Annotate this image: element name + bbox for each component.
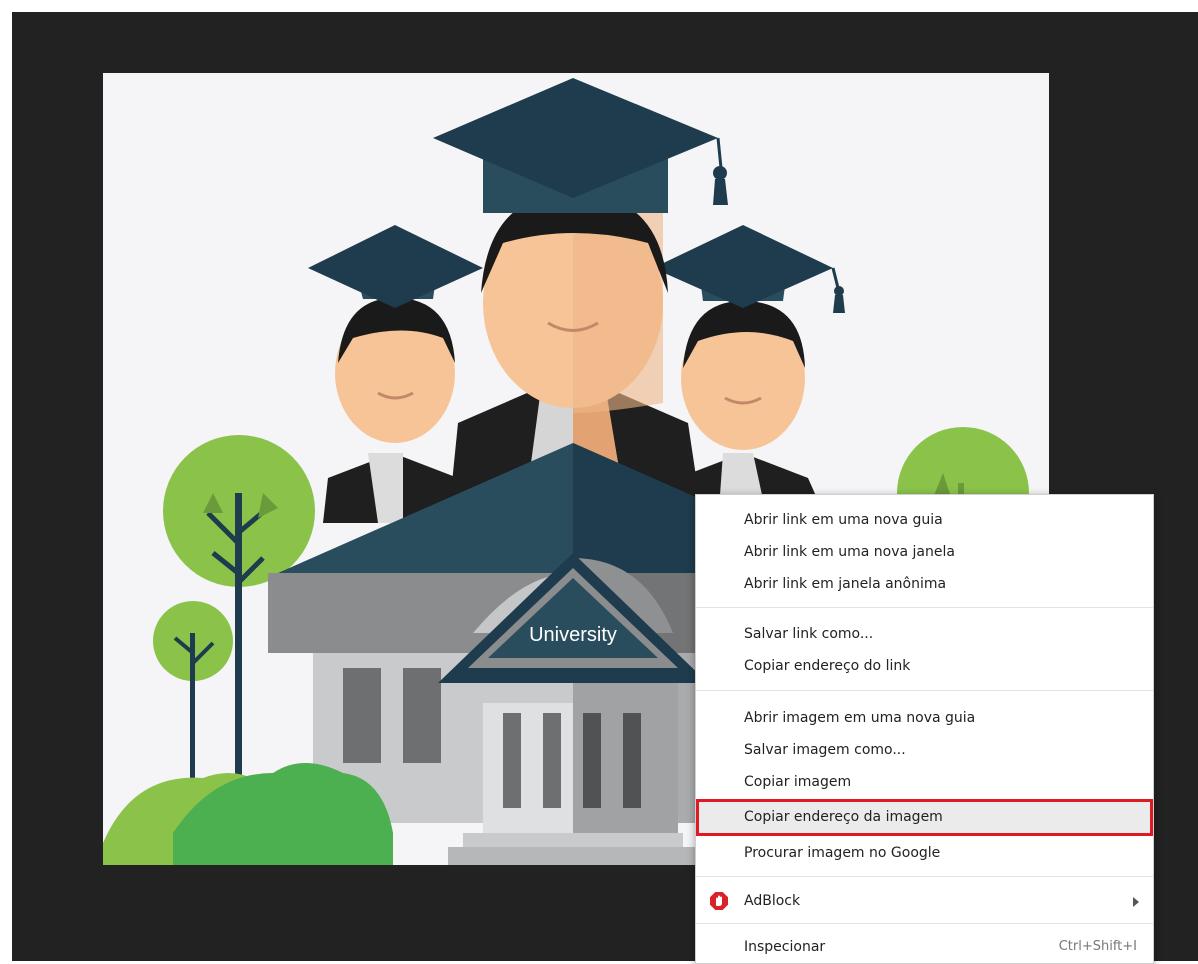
adblock-icon <box>710 892 728 910</box>
university-label: University <box>529 624 617 646</box>
menu-item-adblock[interactable]: AdBlock <box>696 886 1153 916</box>
adblock-label: AdBlock <box>744 893 801 909</box>
menu-item-save-image-as[interactable]: Salvar imagem como... <box>696 735 1153 765</box>
submenu-arrow-icon <box>1133 897 1139 907</box>
menu-item-inspect[interactable]: Inspecionar Ctrl+Shift+I <box>696 932 1153 962</box>
menu-item-open-image-new-tab[interactable]: Abrir imagem em uma nova guia <box>696 703 1153 733</box>
menu-item-search-image-google[interactable]: Procurar imagem no Google <box>696 838 1153 868</box>
menu-item-save-link-as[interactable]: Salvar link como... <box>696 619 1153 649</box>
menu-separator <box>696 923 1153 924</box>
menu-item-open-link-new-tab[interactable]: Abrir link em uma nova guia <box>696 505 1153 535</box>
menu-item-copy-link-address[interactable]: Copiar endereço do link <box>696 651 1153 681</box>
menu-separator <box>696 690 1153 691</box>
menu-item-copy-image-address[interactable]: Copiar endereço da imagem <box>696 799 1153 836</box>
menu-separator <box>696 607 1153 608</box>
menu-item-open-link-new-window[interactable]: Abrir link em uma nova janela <box>696 537 1153 567</box>
inspect-shortcut: Ctrl+Shift+I <box>1058 939 1137 954</box>
menu-item-copy-image[interactable]: Copiar imagem <box>696 767 1153 797</box>
context-menu: Abrir link em uma nova guia Abrir link e… <box>695 494 1154 964</box>
bushes <box>103 763 393 865</box>
inspect-label: Inspecionar <box>744 939 826 955</box>
menu-item-open-link-incognito[interactable]: Abrir link em janela anônima <box>696 569 1153 599</box>
menu-separator <box>696 876 1153 877</box>
